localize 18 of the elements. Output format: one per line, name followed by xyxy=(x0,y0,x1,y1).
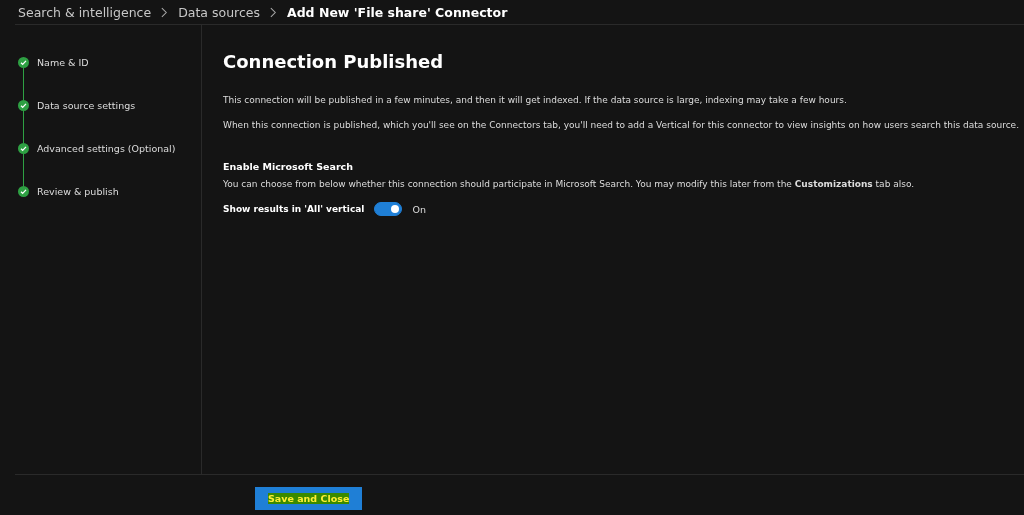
paragraph: When this connection is published, which you'll see on the Connectors tab, you'll need to add a Vertical for this connector to view insights on how users search this data source. xyxy=(223,119,1019,131)
heading: Connection Published xyxy=(223,51,445,72)
paragraph: You can choose from below whether this connection should participate in Microsoft Search. You may modify this later from the Customizations tab also. xyxy=(223,178,916,190)
section-heading: Enable Microsoft Search xyxy=(223,161,354,172)
toggle-switch[interactable] xyxy=(374,202,403,216)
toggle-label: Show results in 'All' vertical xyxy=(223,204,365,214)
step-label[interactable]: Data source settings xyxy=(37,100,136,143)
chevron-right-icon xyxy=(270,6,277,18)
breadcrumb-link[interactable]: Data sources xyxy=(178,4,260,20)
breadcrumb-link[interactable]: Search & intelligence xyxy=(18,4,152,20)
chevron-right-icon xyxy=(161,6,169,18)
page-title: Add New 'File share' Connector xyxy=(287,4,508,20)
step-label[interactable]: Name & ID xyxy=(37,57,89,100)
save-and-close-button[interactable]: Save and Close xyxy=(255,487,363,510)
step-label[interactable]: Review & publish xyxy=(37,186,119,197)
paragraph: This connection will be published in a few minutes, and then it will get indexed. If the data source is large, indexing may take a few hours. xyxy=(223,94,848,106)
toggle-state: On xyxy=(412,203,426,215)
step-label[interactable]: Advanced settings (Optional) xyxy=(37,143,176,186)
